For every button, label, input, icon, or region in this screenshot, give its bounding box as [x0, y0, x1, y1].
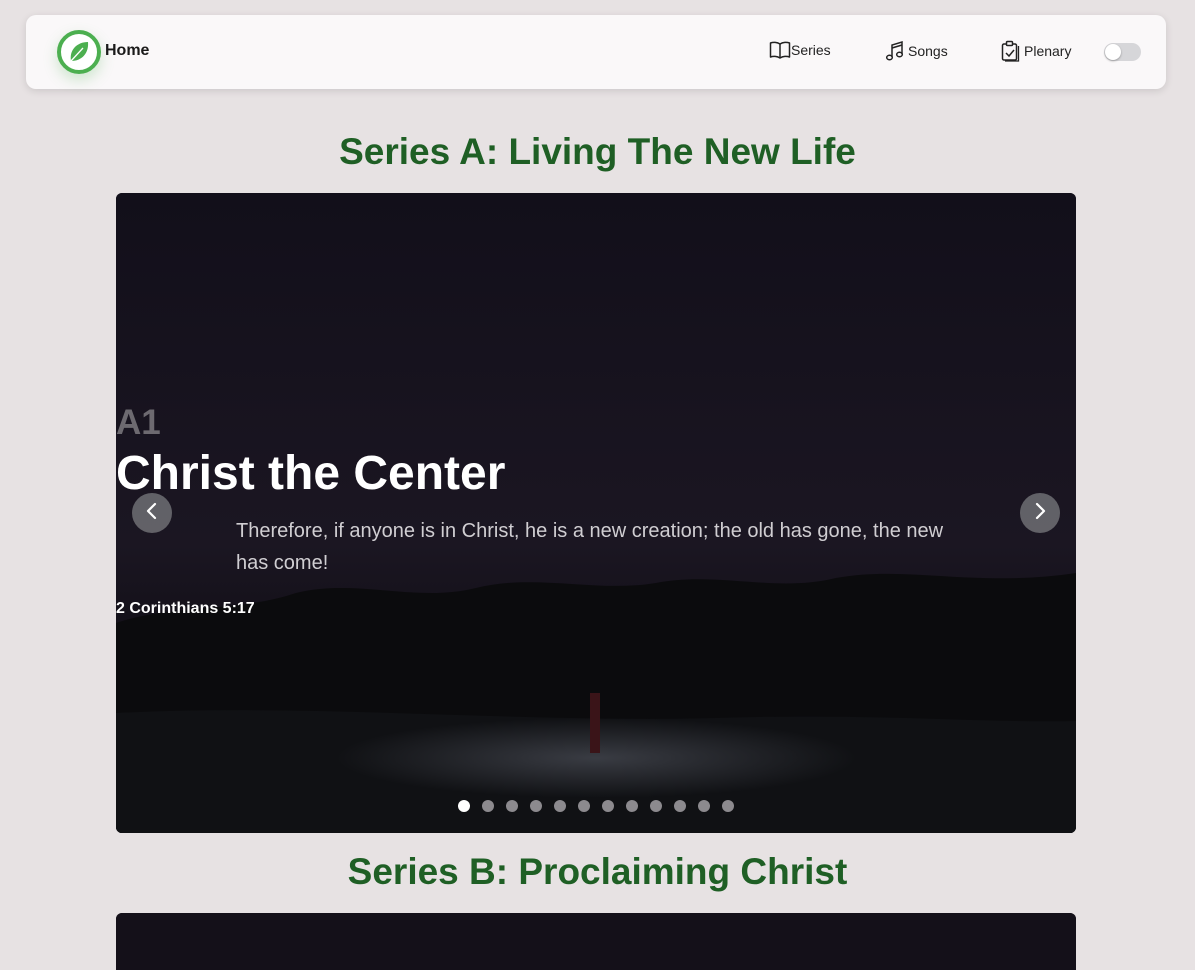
top-navbar: Home Series Songs Plenary — [26, 15, 1166, 89]
chevron-left-icon — [144, 502, 160, 525]
carousel-indicator-dot[interactable] — [482, 800, 494, 812]
carousel-indicator-dot[interactable] — [458, 800, 470, 812]
slide-code: A1 — [116, 403, 161, 442]
carousel-indicator-dot[interactable] — [698, 800, 710, 812]
carousel-indicators — [116, 800, 1076, 812]
slide-background-image — [116, 193, 1076, 833]
theme-toggle-knob — [1105, 44, 1121, 60]
nav-plenary-label: Plenary — [1024, 43, 1072, 59]
carousel-indicator-dot[interactable] — [722, 800, 734, 812]
nav-series-link[interactable]: Series — [769, 40, 831, 60]
carousel-indicator-dot[interactable] — [530, 800, 542, 812]
nav-plenary-link[interactable]: Plenary — [1001, 40, 1071, 62]
carousel-indicator-dot[interactable] — [650, 800, 662, 812]
carousel-indicator-dot[interactable] — [506, 800, 518, 812]
slide-background-image — [116, 913, 1076, 970]
carousel-indicator-dot[interactable] — [602, 800, 614, 812]
series-b-carousel — [116, 913, 1076, 970]
home-label: Home — [105, 42, 150, 59]
carousel-indicator-dot[interactable] — [674, 800, 686, 812]
slide-verse: Therefore, if anyone is in Christ, he is… — [236, 520, 944, 574]
series-a-carousel: A1 Christ the Center Therefore, if anyon… — [116, 193, 1076, 833]
carousel-indicator-dot[interactable] — [626, 800, 638, 812]
book-icon — [769, 40, 791, 60]
music-note-icon — [885, 40, 905, 62]
slide-reference: 2 Corinthians 5:17 — [116, 600, 255, 617]
clipboard-check-icon — [1001, 40, 1021, 62]
theme-toggle[interactable] — [1104, 43, 1141, 61]
slide-title: Christ the Center — [116, 447, 506, 500]
carousel-indicator-dot[interactable] — [578, 800, 590, 812]
carousel-prev-button[interactable] — [132, 493, 172, 533]
carousel-next-button[interactable] — [1020, 493, 1060, 533]
leaf-logo-icon — [57, 30, 101, 74]
chevron-right-icon — [1032, 502, 1048, 525]
nav-series-label: Series — [791, 42, 831, 58]
nav-songs-link[interactable]: Songs — [885, 40, 948, 62]
nav-songs-label: Songs — [908, 43, 948, 59]
series-a-title: Series A: Living The New Life — [339, 131, 856, 172]
carousel-indicator-dot[interactable] — [554, 800, 566, 812]
series-b-title: Series B: Proclaiming Christ — [347, 851, 848, 892]
home-link[interactable]: Home — [57, 30, 149, 74]
